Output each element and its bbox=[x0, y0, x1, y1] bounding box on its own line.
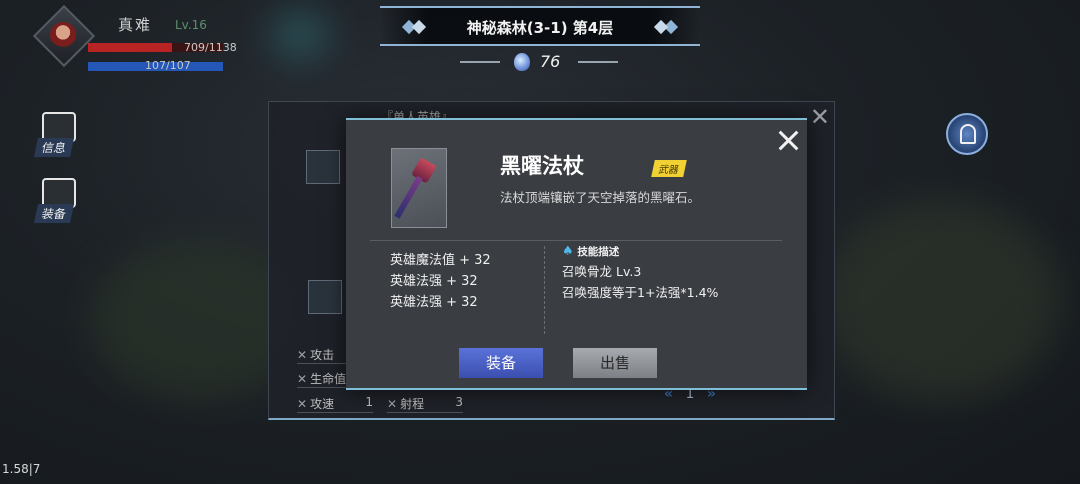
divider bbox=[578, 61, 618, 63]
equipment-label: 装备 bbox=[33, 204, 75, 223]
bg-foliage bbox=[820, 200, 1060, 400]
stage-banner: 神秘森林(3-1) 第4层 bbox=[380, 6, 700, 46]
spade-icon: ♠ bbox=[562, 244, 574, 259]
item-stat-line: 英雄法强 + 32 bbox=[390, 274, 478, 289]
item-stats: 英雄魔法值 + 32 英雄法强 + 32 英雄法强 + 32 bbox=[390, 250, 491, 313]
stat-value: 3 bbox=[455, 395, 463, 409]
item-name: 黑曜法杖 bbox=[500, 154, 584, 178]
equipment-button[interactable]: 装备 bbox=[33, 176, 84, 226]
sword-icon: ✕ bbox=[297, 372, 308, 386]
skill-line: 召唤强度等于1+法强*1.4% bbox=[562, 285, 719, 300]
ghost-icon bbox=[960, 124, 976, 144]
stat-label: 攻速 bbox=[310, 397, 335, 411]
close-icon[interactable]: ✕ bbox=[810, 105, 830, 129]
avatar-portrait bbox=[50, 22, 76, 48]
item-type-badge: 武器 bbox=[651, 160, 687, 177]
gem-icon bbox=[514, 53, 530, 71]
item-description: 法杖顶端镶嵌了天空掉落的黑曜石。 bbox=[500, 190, 701, 205]
sword-icon: ✕ bbox=[387, 397, 398, 411]
staff-shaft bbox=[394, 175, 423, 219]
stat-label: 射程 bbox=[400, 397, 425, 411]
hp-bar-fill bbox=[88, 43, 173, 52]
skill-title-text: 技能描述 bbox=[577, 246, 620, 258]
vertical-divider bbox=[544, 246, 545, 334]
sword-icon: ✕ bbox=[297, 397, 308, 411]
bg-crystal bbox=[270, 10, 330, 60]
staff-icon bbox=[389, 157, 437, 220]
player-name: 真难 bbox=[118, 16, 153, 34]
mp-text: 107/107 bbox=[145, 59, 191, 72]
equipment-slot-weapon[interactable] bbox=[306, 150, 340, 184]
portal-button[interactable] bbox=[946, 113, 988, 155]
info-label: 信息 bbox=[33, 138, 75, 157]
equip-button[interactable]: 装备 bbox=[459, 348, 543, 378]
stat-label: 生命值 bbox=[310, 372, 347, 386]
item-icon-frame bbox=[391, 148, 447, 228]
currency-value: 76 bbox=[540, 52, 561, 71]
currency-display: 76 bbox=[460, 50, 618, 74]
skill-line: 召唤骨龙 Lv.3 bbox=[562, 264, 642, 279]
divider bbox=[370, 240, 782, 241]
player-hud: 真难 Lv.16 709/1138 107/107 bbox=[32, 4, 238, 76]
skill-description: 召唤骨龙 Lv.3 召唤强度等于1+法强*1.4% bbox=[562, 261, 718, 303]
stat-value: 1 bbox=[365, 395, 373, 409]
player-level: Lv.16 bbox=[175, 18, 207, 32]
skill-title: ♠ 技能描述 bbox=[562, 244, 619, 259]
info-button[interactable]: 信息 bbox=[33, 110, 84, 160]
stage-title: 神秘森林(3-1) 第4层 bbox=[466, 19, 614, 37]
divider bbox=[460, 61, 500, 63]
fps-counter: 1.58|7 bbox=[2, 462, 41, 476]
stat-range: ✕ 射程 3 bbox=[387, 395, 463, 413]
stat-label: 攻击 bbox=[310, 348, 335, 362]
close-button[interactable] bbox=[776, 128, 800, 152]
item-stat-line: 英雄魔法值 + 32 bbox=[390, 253, 491, 268]
sword-icon: ✕ bbox=[297, 348, 308, 362]
hp-text: 709/1138 bbox=[184, 41, 237, 54]
equipment-slot-boots[interactable] bbox=[308, 280, 342, 314]
item-detail-popup: 黑曜法杖 武器 法杖顶端镶嵌了天空掉落的黑曜石。 英雄魔法值 + 32 英雄法强… bbox=[346, 118, 807, 390]
stat-attack-speed: ✕ 攻速 1 bbox=[297, 395, 373, 413]
sell-button[interactable]: 出售 bbox=[573, 348, 657, 378]
item-stat-line: 英雄法强 + 32 bbox=[390, 295, 478, 310]
